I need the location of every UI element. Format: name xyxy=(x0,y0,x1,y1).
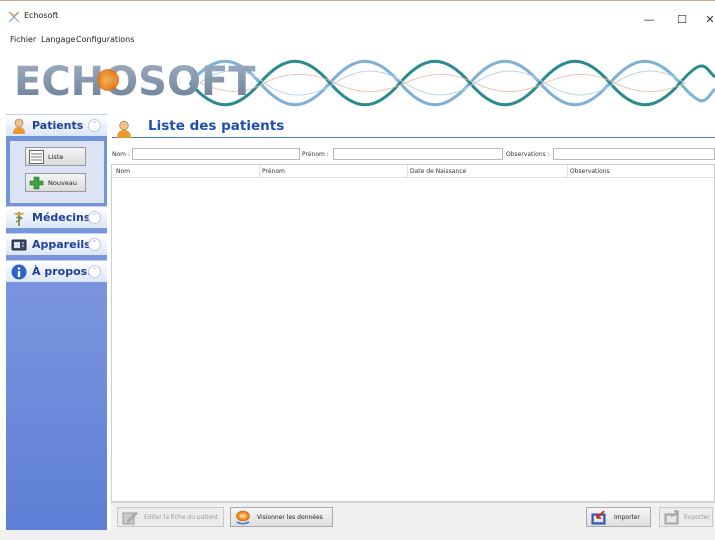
prenom-filter-label: Prénom : xyxy=(302,151,329,158)
sidebar-label-appareils: Appareils xyxy=(32,238,91,251)
sidebar-label-medecins: Médecins xyxy=(32,211,91,224)
edit-patient-label: Editer la fiche du patient xyxy=(144,514,219,521)
info-icon xyxy=(11,264,27,280)
echosoft-banner: ECHOSOFT xyxy=(0,49,715,115)
app-window: Echosoft — ☐ ✕ Fichier Langage Configura… xyxy=(0,0,715,540)
caduceus-icon xyxy=(13,212,25,226)
action-toolbar: Editer la fiche du patient Visionner les… xyxy=(111,502,715,530)
page-title: Liste des patients xyxy=(148,118,285,134)
liste-label: Liste xyxy=(48,153,64,161)
observations-filter-input[interactable] xyxy=(553,148,715,160)
sidebar-section-patients[interactable]: Patients ˄ xyxy=(6,114,107,136)
filter-bar: Nom : Prénom : Observations : xyxy=(112,148,715,161)
sidebar-section-medecins[interactable]: Médecins ˅ xyxy=(6,206,107,228)
expand-icon[interactable]: ˅ xyxy=(88,211,101,224)
sidebar-label-patients: Patients xyxy=(32,119,84,132)
logo-text: ECHOSOFT xyxy=(14,59,256,105)
menu-bar: Fichier Langage Configurations xyxy=(0,31,715,47)
patient-icon xyxy=(117,120,131,138)
import-icon xyxy=(591,510,606,525)
page-header: Liste des patients xyxy=(112,116,715,138)
expand-icon[interactable]: ˅ xyxy=(88,238,101,251)
view-data-label: Visionner les données xyxy=(257,514,323,521)
import-button[interactable]: Importer xyxy=(586,507,651,527)
sidebar-section-apropos[interactable]: À propos... ˅ xyxy=(6,260,107,282)
maximize-button[interactable]: ☐ xyxy=(676,14,688,26)
title-bar: Echosoft — ☐ ✕ xyxy=(0,0,715,30)
patients-table: Nom Prénom Date de Naissance Observation… xyxy=(111,164,715,502)
banner-logo: ECHOSOFT xyxy=(14,59,715,107)
menu-configurations[interactable]: Configurations xyxy=(76,35,134,44)
nouveau-button[interactable]: Nouveau xyxy=(25,173,86,192)
edit-icon xyxy=(122,511,138,525)
liste-button[interactable]: Liste xyxy=(25,147,86,166)
export-button[interactable]: Exporter xyxy=(659,507,713,527)
nom-filter-label: Nom : xyxy=(112,151,130,158)
list-icon xyxy=(29,150,44,164)
export-icon xyxy=(664,510,679,525)
collapse-icon[interactable]: ˄ xyxy=(88,119,101,132)
expand-icon[interactable]: ˅ xyxy=(88,265,101,278)
sidebar-section-appareils[interactable]: Appareils ˅ xyxy=(6,233,107,255)
column-divider[interactable] xyxy=(259,165,260,178)
patient-icon xyxy=(13,118,25,134)
column-divider[interactable] xyxy=(407,165,408,178)
minimize-button[interactable]: — xyxy=(643,14,655,26)
navigation-sidebar: Patients ˄ Liste Nouveau Médecins ˅ Appa… xyxy=(6,114,107,530)
prenom-filter-input[interactable] xyxy=(333,148,503,160)
close-button[interactable]: ✕ xyxy=(704,14,715,26)
nom-filter-input[interactable] xyxy=(132,148,300,160)
echosoft-app-icon xyxy=(8,11,20,23)
column-divider[interactable] xyxy=(567,165,568,178)
view-data-button[interactable]: Visionner les données xyxy=(230,507,333,527)
status-bar xyxy=(0,530,715,540)
menu-langage[interactable]: Langage xyxy=(41,35,75,44)
device-icon xyxy=(11,239,27,251)
table-header: Nom Prénom Date de Naissance Observation… xyxy=(112,165,714,178)
edit-patient-button[interactable]: Editer la fiche du patient xyxy=(117,507,224,527)
window-title: Echosoft xyxy=(24,11,59,20)
plus-icon xyxy=(29,176,44,190)
table-body[interactable] xyxy=(112,179,714,501)
import-label: Importer xyxy=(614,514,641,521)
patients-panel: Liste Nouveau xyxy=(10,141,104,203)
observations-filter-label: Observations : xyxy=(506,151,550,158)
nouveau-label: Nouveau xyxy=(48,179,77,187)
menu-fichier[interactable]: Fichier xyxy=(10,35,36,44)
export-label: Exporter xyxy=(684,514,710,521)
view-data-icon xyxy=(236,510,250,525)
